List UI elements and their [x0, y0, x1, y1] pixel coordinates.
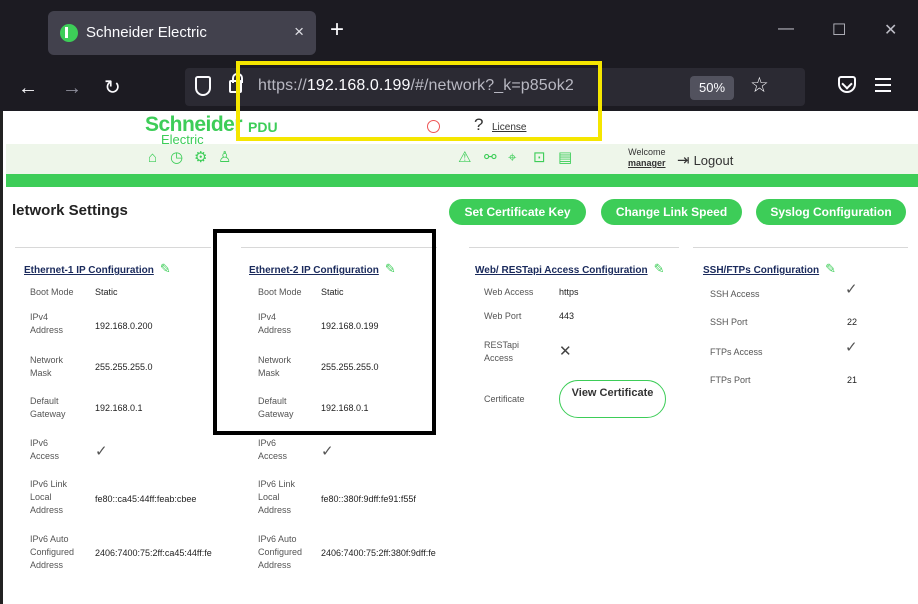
new-tab-button[interactable]: + [330, 18, 344, 42]
view-certificate-button[interactable]: View Certificate [559, 380, 666, 418]
check-icon: ✓ [845, 281, 858, 298]
bookmark-star-icon[interactable]: ☆ [750, 73, 769, 98]
tracking-shield-icon[interactable] [195, 76, 211, 96]
eth2-ipv6-auto-label: IPv6 Auto Configured Address [258, 534, 303, 570]
web-port: 443 [559, 311, 575, 321]
ssh-access-label: SSH Access [710, 289, 760, 299]
minimize-icon[interactable]: — [778, 20, 794, 38]
set-certificate-key-button[interactable]: Set Certificate Key [449, 199, 586, 225]
ssh-heading: SSH/FTPs Configuration ✎ [703, 261, 837, 277]
alarm-icon[interactable]: ⚠ [458, 150, 471, 165]
divider [469, 247, 679, 248]
eth2-ipv6-auto: 2406:7400:75:2ff:380f:9dff:fe [321, 548, 436, 558]
logout-icon: ⇥ [677, 152, 690, 169]
disabled-x-icon: ✕ [559, 343, 572, 360]
check-icon: ✓ [321, 443, 334, 460]
ethernet2-highlight-box [213, 229, 436, 435]
history-icon[interactable]: ◷ [170, 150, 183, 165]
lock-icon[interactable]: ⊡ [533, 150, 546, 165]
web-access-label: Web Access [484, 287, 534, 297]
eth1-ipv4: 192.168.0.200 [95, 321, 153, 331]
users-icon[interactable]: ♙ [218, 150, 231, 165]
eth1-ipv6-access-label: IPv6 Access [30, 438, 60, 461]
close-window-icon[interactable]: ✕ [884, 20, 897, 40]
eth1-ipv6-link: fe80::ca45:44ff:feab:cbee [95, 494, 197, 504]
divider [15, 247, 211, 248]
eth1-gateway: 192.168.0.1 [95, 403, 143, 413]
browser-tab[interactable]: Schneider Electric × [48, 11, 316, 55]
certificate-label: Certificate [484, 394, 525, 404]
reload-icon[interactable]: ↻ [104, 78, 121, 98]
maximize-icon[interactable]: ☐ [832, 20, 846, 40]
syslog-configuration-button[interactable]: Syslog Configuration [756, 199, 906, 225]
tab-title: Schneider Electric [86, 24, 207, 41]
restapi-access-label: RESTapi Access [484, 340, 520, 363]
back-icon[interactable]: ← [18, 78, 38, 98]
check-icon: ✓ [95, 443, 108, 460]
forward-icon[interactable]: → [62, 78, 82, 98]
hamburger-menu-icon[interactable] [875, 78, 891, 92]
ftps-port: 21 [847, 375, 858, 385]
location-icon[interactable]: ⌖ [508, 150, 516, 165]
edit-pencil-icon[interactable]: ✎ [160, 261, 171, 277]
ftps-port-label: FTPs Port [710, 375, 751, 385]
ssh-port: 22 [847, 317, 858, 327]
green-divider [6, 174, 918, 187]
eth1-mask: 255.255.255.0 [95, 362, 153, 372]
change-link-speed-button[interactable]: Change Link Speed [601, 199, 742, 225]
pocket-icon[interactable] [838, 76, 856, 93]
schneider-favicon-icon [60, 24, 78, 42]
storage-icon[interactable]: ▤ [558, 150, 572, 165]
eth1-gateway-label: Default Gateway [30, 396, 66, 419]
web-heading: Web/ RESTapi Access Configuration ✎ [475, 261, 665, 277]
eth1-ipv6-link-label: IPv6 Link Local Address [30, 479, 68, 515]
edit-pencil-icon[interactable]: ✎ [825, 261, 836, 277]
eth2-ipv6-link-label: IPv6 Link Local Address [258, 479, 296, 515]
eth1-ipv6-auto: 2406:7400:75:2ff:ca45:44ff:fe [95, 548, 212, 558]
check-icon: ✓ [845, 339, 858, 356]
eth1-heading: Ethernet-1 IP Configuration ✎ [24, 261, 171, 277]
url-highlight-box [236, 61, 602, 141]
eth2-ipv6-access-label: IPv6 Access [258, 438, 288, 461]
tab-close-icon[interactable]: × [294, 22, 304, 42]
web-port-label: Web Port [484, 311, 522, 321]
page-title: letwork Settings [12, 202, 128, 219]
ssh-port-label: SSH Port [710, 317, 748, 327]
web-access: https [559, 287, 579, 297]
edit-pencil-icon[interactable]: ✎ [654, 261, 665, 277]
welcome-text: Welcome manager [628, 147, 666, 169]
logout-button[interactable]: ⇥ Logout [677, 151, 733, 169]
ftps-access-label: FTPs Access [710, 347, 763, 357]
settings-icon[interactable]: ⚙ [194, 150, 207, 165]
user-link[interactable]: manager [628, 158, 666, 169]
network-icon[interactable]: ⚯ [484, 150, 497, 165]
page-content: Schneider Electric PDU ? License ⌂ ◷ ⚙ ♙… [0, 111, 918, 604]
zoom-level[interactable]: 50% [690, 76, 734, 100]
divider [693, 247, 908, 248]
eth1-ipv4-label: IPv4 Address [30, 312, 64, 335]
eth2-ipv6-link: fe80::380f:9dff:fe91:f55f [321, 494, 416, 504]
icon-toolbar: ⌂ ◷ ⚙ ♙ ⚠ ⚯ ⌖ ⊡ ▤ Welcome manager ⇥ Logou… [6, 144, 918, 174]
eth1-mask-label: Network Mask [30, 355, 64, 378]
home-icon[interactable]: ⌂ [148, 150, 157, 165]
eth1-ipv6-auto-label: IPv6 Auto Configured Address [30, 534, 75, 570]
eth1-boot-mode: Static [95, 287, 118, 297]
eth1-boot-mode-label: Boot Mode [30, 287, 74, 297]
